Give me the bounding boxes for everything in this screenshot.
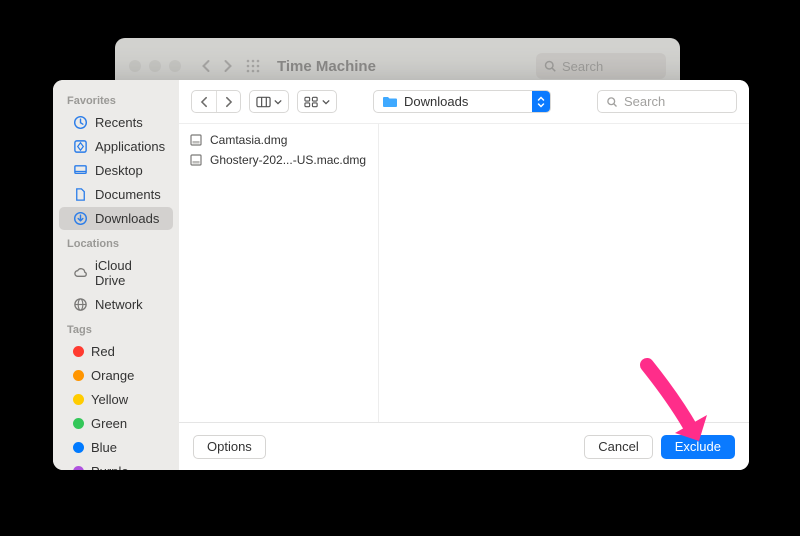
main-pane: Downloads Search Camtasia.dmg Ghoste — [179, 80, 749, 470]
sidebar-item-label: Blue — [91, 440, 117, 455]
sidebar-tag-orange[interactable]: Orange — [59, 364, 173, 387]
grid-icon[interactable] — [245, 58, 261, 74]
sidebar-item-label: Yellow — [91, 392, 128, 407]
sidebar-item-documents[interactable]: Documents — [59, 183, 173, 206]
view-mode-button[interactable] — [249, 90, 289, 113]
sidebar-tag-green[interactable]: Green — [59, 412, 173, 435]
sidebar-item-label: iCloud Drive — [95, 258, 165, 288]
disk-image-icon — [189, 133, 203, 147]
forward-button[interactable] — [216, 91, 240, 112]
chevron-down-icon — [274, 99, 282, 105]
sidebar-item-label: Downloads — [95, 211, 159, 226]
desktop-icon — [73, 163, 88, 178]
back-button[interactable] — [192, 91, 216, 112]
window-minimize-dot[interactable] — [149, 60, 161, 72]
window-close-dot[interactable] — [129, 60, 141, 72]
bg-nav-arrows — [201, 59, 233, 73]
sidebar-item-network[interactable]: Network — [59, 293, 173, 316]
sidebar-tag-purple[interactable]: Purple — [59, 460, 173, 470]
sidebar-item-label: Red — [91, 344, 115, 359]
window-zoom-dot[interactable] — [169, 60, 181, 72]
path-stepper-icon — [532, 91, 550, 112]
cancel-button[interactable]: Cancel — [584, 435, 652, 459]
search-icon — [606, 96, 618, 108]
file-picker-sheet: Favorites Recents Applications Desktop D… — [53, 80, 749, 470]
sidebar-tag-blue[interactable]: Blue — [59, 436, 173, 459]
tag-dot-icon — [73, 418, 84, 429]
sidebar-item-applications[interactable]: Applications — [59, 135, 173, 158]
sidebar-item-label: Network — [95, 297, 143, 312]
tag-dot-icon — [73, 346, 84, 357]
tag-dot-icon — [73, 370, 84, 381]
path-popup[interactable]: Downloads — [373, 90, 551, 113]
clock-icon — [73, 115, 88, 130]
columns-icon — [256, 96, 271, 108]
sidebar-item-desktop[interactable]: Desktop — [59, 159, 173, 182]
bg-search-field[interactable]: Search — [536, 53, 666, 79]
applications-icon — [73, 139, 88, 154]
disk-image-icon — [189, 153, 203, 167]
path-label: Downloads — [404, 94, 468, 109]
file-row[interactable]: Ghostery-202...-US.mac.dmg — [179, 150, 378, 170]
options-button[interactable]: Options — [193, 435, 266, 459]
chevron-left-icon[interactable] — [201, 59, 212, 73]
sidebar-item-downloads[interactable]: Downloads — [59, 207, 173, 230]
file-column[interactable]: Camtasia.dmg Ghostery-202...-US.mac.dmg — [179, 124, 379, 422]
sidebar-heading-favorites: Favorites — [53, 88, 179, 110]
sheet-search-field[interactable]: Search — [597, 90, 737, 113]
tag-dot-icon — [73, 394, 84, 405]
sidebar-item-icloud[interactable]: iCloud Drive — [59, 254, 173, 292]
exclude-button[interactable]: Exclude — [661, 435, 735, 459]
toolbar: Downloads Search — [179, 80, 749, 124]
search-icon — [544, 60, 556, 72]
sidebar-heading-locations: Locations — [53, 231, 179, 253]
sidebar-item-label: Orange — [91, 368, 134, 383]
bg-window-title: Time Machine — [277, 58, 376, 75]
file-name: Ghostery-202...-US.mac.dmg — [210, 153, 366, 167]
sidebar-heading-tags: Tags — [53, 317, 179, 339]
sidebar-tag-red[interactable]: Red — [59, 340, 173, 363]
folder-icon — [382, 95, 398, 108]
cloud-icon — [73, 266, 88, 281]
file-name: Camtasia.dmg — [210, 133, 287, 147]
preview-column — [379, 124, 749, 422]
nav-seg — [191, 90, 241, 113]
globe-icon — [73, 297, 88, 312]
sidebar-item-label: Purple — [91, 464, 129, 470]
chevron-right-icon[interactable] — [222, 59, 233, 73]
sidebar: Favorites Recents Applications Desktop D… — [53, 80, 179, 470]
sidebar-item-label: Applications — [95, 139, 165, 154]
downloads-icon — [73, 211, 88, 226]
sidebar-item-label: Green — [91, 416, 127, 431]
sidebar-tag-yellow[interactable]: Yellow — [59, 388, 173, 411]
tag-dot-icon — [73, 442, 84, 453]
document-icon — [73, 187, 88, 202]
window-traffic-lights — [129, 60, 181, 72]
sidebar-item-label: Recents — [95, 115, 143, 130]
chevron-down-icon — [322, 99, 330, 105]
grid-group-icon — [304, 96, 319, 108]
sheet-search-placeholder: Search — [624, 94, 665, 109]
footer-bar: Options Cancel Exclude — [179, 422, 749, 470]
sidebar-item-label: Desktop — [95, 163, 143, 178]
sidebar-item-label: Documents — [95, 187, 161, 202]
tag-dot-icon — [73, 466, 84, 470]
content-area: Camtasia.dmg Ghostery-202...-US.mac.dmg — [179, 124, 749, 422]
group-mode-button[interactable] — [297, 90, 337, 113]
sidebar-item-recents[interactable]: Recents — [59, 111, 173, 134]
file-row[interactable]: Camtasia.dmg — [179, 130, 378, 150]
bg-search-placeholder: Search — [562, 59, 603, 74]
